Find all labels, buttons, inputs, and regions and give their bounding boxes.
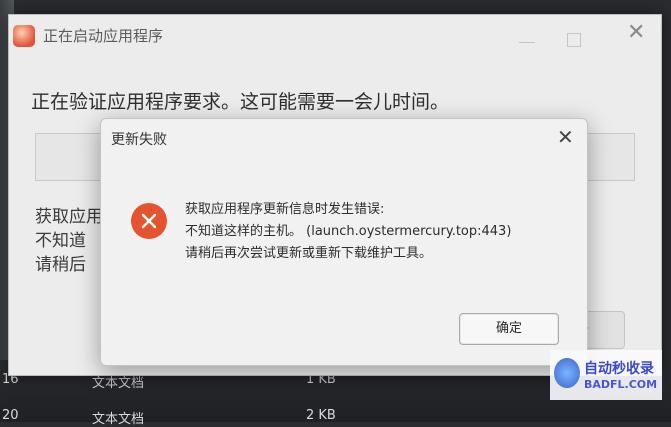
launcher-status: 获取应用 不知道 请稍后 xyxy=(35,205,103,277)
watermark-logo-icon xyxy=(554,358,580,388)
watermark-url: BADFL.COM xyxy=(584,378,658,391)
launcher-title-bar[interactable]: 正在启动应用程序 ✕ xyxy=(9,15,661,57)
error-message-line: 获取应用程序更新信息时发生错误: xyxy=(185,202,385,217)
status-line: 获取应用 xyxy=(35,207,103,227)
minimize-icon[interactable] xyxy=(519,42,535,43)
file-row-date: 20 xyxy=(2,408,19,423)
dialog-title: 更新失败 xyxy=(111,132,167,148)
update-failed-dialog: 更新失败 ✕ 获取应用程序更新信息时发生错误: 不知道这样的主机。 (launc… xyxy=(100,118,588,366)
status-line: 请稍后 xyxy=(35,255,86,275)
close-icon[interactable]: ✕ xyxy=(627,22,645,44)
launcher-title: 正在启动应用程序 xyxy=(43,27,164,45)
file-row-type: 文本文档 xyxy=(92,412,145,427)
status-line: 不知道 xyxy=(35,231,86,251)
ok-button[interactable]: 确定 xyxy=(459,313,559,345)
file-row-size: 2 KB xyxy=(306,408,336,423)
error-message: 获取应用程序更新信息时发生错误: 不知道这样的主机。 (launch.oyste… xyxy=(185,199,511,265)
watermark-text: 自动秒收录 xyxy=(584,361,654,377)
app-icon xyxy=(13,25,35,47)
watermark: 自动秒收录 BADFL.COM xyxy=(550,350,662,400)
maximize-icon[interactable] xyxy=(567,33,581,47)
error-message-line: 不知道这样的主机。 (launch.oystermercury.top:443) xyxy=(185,224,512,239)
error-x-icon xyxy=(131,203,167,239)
close-icon[interactable]: ✕ xyxy=(557,127,574,147)
error-message-line: 请稍后再次尝试更新或重新下载维护工具。 xyxy=(185,246,433,261)
launcher-heading: 正在验证应用程序要求。这可能需要一会儿时间。 xyxy=(31,91,450,113)
